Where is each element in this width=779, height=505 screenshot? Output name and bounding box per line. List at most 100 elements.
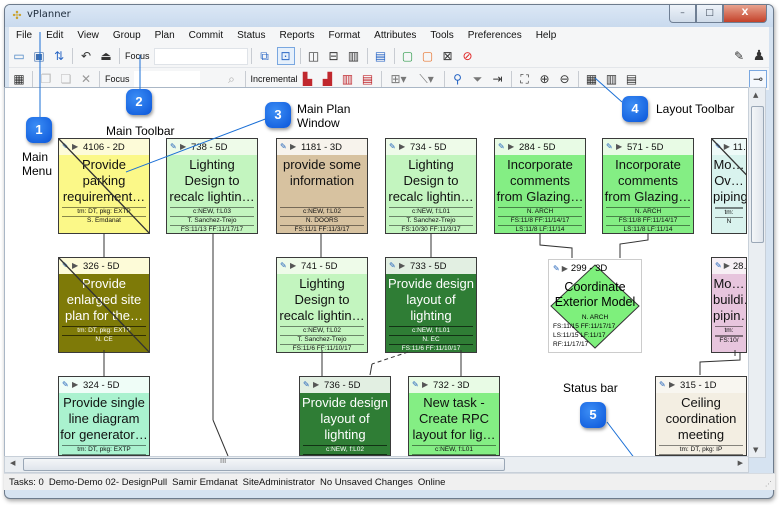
card-detail: FS:11/8 FF:11/14/17 — [498, 216, 582, 225]
task-card[interactable]: ✎ ▶ 571 - 5D Incorporate comments from G… — [602, 138, 694, 234]
task-card[interactable]: ✎ ▶ 738 - 5D Lighting Design to recalc l… — [166, 138, 258, 234]
layout-columns-icon[interactable]: ▥ — [340, 71, 356, 87]
layout-focus-input[interactable] — [133, 70, 200, 88]
search-icon[interactable]: ⚲ — [450, 71, 466, 87]
scroll-grip: III — [220, 457, 227, 465]
vertical-scrollbar[interactable]: ▲ ▼ — [748, 87, 766, 458]
publish-icon[interactable]: ⏏ — [98, 48, 114, 64]
menu-edit[interactable]: Edit — [39, 27, 70, 45]
task-card[interactable]: ✎ ▶ 11… Mo… Ov… piping…tm:N — [711, 138, 747, 234]
pen-tool-icon[interactable]: ✎ — [731, 48, 747, 64]
open-plan-icon[interactable]: ▭ — [11, 48, 27, 64]
hierarchy-view-icon[interactable]: ⧉ — [257, 48, 273, 64]
edit-icon[interactable]: ✎ — [389, 143, 397, 151]
green-task-icon[interactable]: ▢ — [400, 48, 416, 64]
layout-left-icon[interactable]: ▙ — [300, 71, 316, 87]
row-view-icon[interactable]: ▤ — [624, 71, 640, 87]
card-title: Lighting Design to recalc lightin… — [169, 157, 255, 204]
menu-view[interactable]: View — [70, 27, 106, 45]
menu-attributes[interactable]: Attributes — [367, 27, 423, 45]
grid-view-icon[interactable]: ▦ — [584, 71, 600, 87]
column-view-icon[interactable]: ▥ — [604, 71, 620, 87]
zoom-out-icon[interactable]: ⊖ — [557, 71, 573, 87]
line-style-dropdown-icon[interactable]: ⟍▾ — [415, 71, 439, 87]
scroll-up-icon[interactable]: ▲ — [753, 91, 758, 99]
task-card[interactable]: ✎ ▶ 326 - 5D Provide enlarged site plan … — [58, 257, 150, 353]
resize-grip-icon[interactable]: ⋰ — [765, 480, 772, 488]
menu-reports[interactable]: Reports — [272, 27, 321, 45]
menu-status[interactable]: Status — [230, 27, 272, 45]
menu-help[interactable]: Help — [529, 27, 564, 45]
menu-preferences[interactable]: Preferences — [461, 27, 529, 45]
focus-input[interactable] — [153, 47, 248, 65]
edit-icon[interactable]: ✎ — [389, 262, 397, 270]
edit-icon[interactable]: ✎ — [62, 381, 70, 389]
refresh-icon[interactable]: ⇅ — [51, 48, 67, 64]
task-card[interactable]: ✎ ▶ 732 - 3D New task - Create RPC layou… — [408, 376, 500, 456]
cancelled-task-icon[interactable]: ⊠ — [440, 48, 456, 64]
edit-icon[interactable]: ✎ — [553, 264, 560, 273]
connector-style-dropdown-icon[interactable]: ⊞▾ — [387, 71, 411, 87]
scroll-right-icon[interactable]: ▶ — [738, 459, 743, 467]
maximize-button[interactable]: □ — [696, 5, 723, 23]
edit-icon[interactable]: ✎ — [659, 381, 667, 389]
split-vertical-icon[interactable]: ◫ — [306, 48, 322, 64]
print-icon[interactable]: ▦ — [11, 71, 27, 87]
layout-right-icon[interactable]: ▟ — [320, 71, 336, 87]
pin-toolbar-icon[interactable]: ⊸ — [749, 70, 767, 88]
edit-icon[interactable]: ✎ — [280, 143, 288, 151]
network-view-icon[interactable]: ⊡ — [276, 47, 295, 65]
split-horizontal-icon[interactable]: ⊟ — [326, 48, 342, 64]
minimize-button[interactable]: – — [669, 5, 696, 23]
user-icon[interactable]: ♟ — [751, 48, 767, 64]
close-button[interactable]: X — [723, 5, 767, 23]
toolbar-separator — [99, 71, 100, 87]
edit-icon[interactable]: ✎ — [170, 143, 178, 151]
menu-tools[interactable]: Tools — [423, 27, 460, 45]
task-card[interactable]: ✎ ▶ 28… Mo… buildi… pipin… tm:FS:10/ — [711, 257, 747, 353]
copy-icon[interactable]: ❐ — [38, 71, 54, 87]
delete-icon[interactable]: ✕ — [78, 71, 94, 87]
edit-icon[interactable]: ✎ — [303, 381, 311, 389]
menu-commit[interactable]: Commit — [182, 27, 230, 45]
task-card[interactable]: ✎ ▶ 284 - 5D Incorporate comments from G… — [494, 138, 586, 234]
edit-icon[interactable]: ✎ — [280, 262, 288, 270]
vertical-scroll-thumb[interactable] — [751, 106, 764, 243]
horizontal-scroll-thumb[interactable]: III — [23, 457, 505, 471]
task-card[interactable]: ✎ ▶ 733 - 5D Provide design layout of li… — [385, 257, 477, 353]
paste-icon[interactable]: ❏ — [58, 71, 74, 87]
menu-file[interactable]: File — [9, 27, 39, 45]
milestone-card[interactable]: ✎ ▶ 299 - 3D Coordinate Exterior Model N… — [548, 259, 642, 353]
menu-group[interactable]: Group — [106, 27, 148, 45]
task-card[interactable]: ✎ ▶ 315 - 1D Ceiling coordination meetin… — [655, 376, 747, 456]
task-card[interactable]: ✎ ▶ 1181 - 3D provide some information c:… — [276, 138, 368, 234]
incremental-label[interactable]: Incremental — [251, 74, 298, 84]
horizontal-scrollbar[interactable]: ◀ III ▶ — [4, 456, 749, 473]
task-card[interactable]: ✎ ▶ 741 - 5D Lighting Design to recalc l… — [276, 257, 368, 353]
scroll-down-icon[interactable]: ▼ — [753, 446, 758, 454]
filter-icon[interactable]: ⏷ — [470, 71, 486, 87]
task-card[interactable]: ✎ ▶ 324 - 5D Provide single line diagram… — [58, 376, 150, 456]
card-detail: N. EC — [389, 335, 473, 344]
task-card[interactable]: ✎ ▶ 734 - 5D Lighting Design to recalc l… — [385, 138, 477, 234]
menu-plan[interactable]: Plan — [148, 27, 182, 45]
search-focus-icon[interactable]: ⌕ — [224, 71, 240, 87]
edit-icon[interactable]: ✎ — [715, 262, 722, 270]
side-panel-icon[interactable]: ▥ — [346, 48, 362, 64]
task-card[interactable]: ✎ ▶ 736 - 5D Provide design layout of li… — [299, 376, 391, 456]
edit-icon[interactable]: ✎ — [412, 381, 420, 389]
menu-format[interactable]: Format — [322, 27, 368, 45]
save-icon[interactable]: ▣ — [31, 48, 47, 64]
fit-to-screen-icon[interactable]: ⛶ — [517, 71, 533, 87]
undo-icon[interactable]: ↶ — [78, 48, 94, 64]
scroll-left-icon[interactable]: ◀ — [10, 459, 15, 467]
calendar-icon[interactable]: ▤ — [373, 48, 389, 64]
edit-icon[interactable]: ✎ — [606, 143, 614, 151]
layout-rows-icon[interactable]: ▤ — [360, 71, 376, 87]
edit-icon[interactable]: ✎ — [498, 143, 506, 151]
task-card[interactable]: ✎ ▶ 4106 - 2D Provide parking requiremen… — [58, 138, 150, 234]
orange-task-icon[interactable]: ▢ — [420, 48, 436, 64]
no-task-icon[interactable]: ⊘ — [460, 48, 476, 64]
go-to-end-icon[interactable]: ⇥ — [490, 71, 506, 87]
zoom-in-icon[interactable]: ⊕ — [537, 71, 553, 87]
